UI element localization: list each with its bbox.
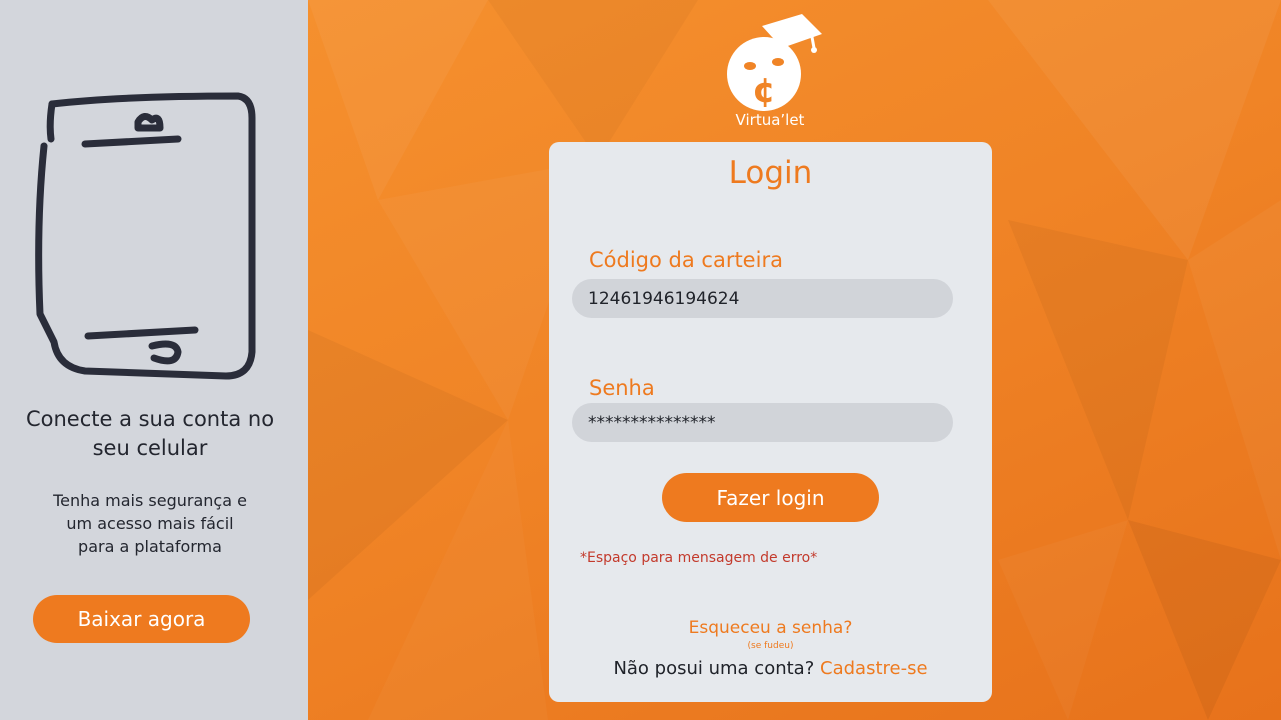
password-label: Senha [589,376,655,400]
promo-title-line: seu celular [92,436,208,460]
wallet-code-label: Código da carteira [589,248,783,272]
svg-text:¢: ¢ [752,71,776,111]
promo-description-line: um acesso mais fácil [66,514,234,533]
login-title: Login [728,155,813,191]
phone-sketch-icon [35,92,256,380]
brand-name: Virtua’let [735,111,805,129]
signup-row: Não posui uma conta? Cadastre-se [549,658,992,679]
sidebar-promo: Conecte a sua conta no seu celular Tenha… [0,0,308,720]
no-account-text: Não posui uma conta? [613,658,815,679]
login-button[interactable]: Fazer login [662,473,879,522]
promo-description-line: Tenha mais segurança e [53,491,247,510]
download-app-button[interactable]: Baixar agora [33,595,250,643]
login-card: Login Código da carteira Senha Fazer log… [549,142,992,702]
wallet-code-input[interactable] [572,279,953,318]
forgot-password-link[interactable]: Esqueceu a senha? [549,618,992,638]
promo-title-line: Conecte a sua conta no [25,407,275,431]
promo-description: Tenha mais segurança e um acesso mais fá… [0,489,300,558]
forgot-password-note: (se fudeu) [747,641,794,651]
password-input[interactable] [572,403,953,442]
promo-title: Conecte a sua conta no seu celular [0,405,300,463]
signup-link[interactable]: Cadastre-se [820,658,928,679]
promo-description-line: para a plataforma [78,537,222,556]
error-message: *Espaço para mensagem de erro* [580,550,818,566]
